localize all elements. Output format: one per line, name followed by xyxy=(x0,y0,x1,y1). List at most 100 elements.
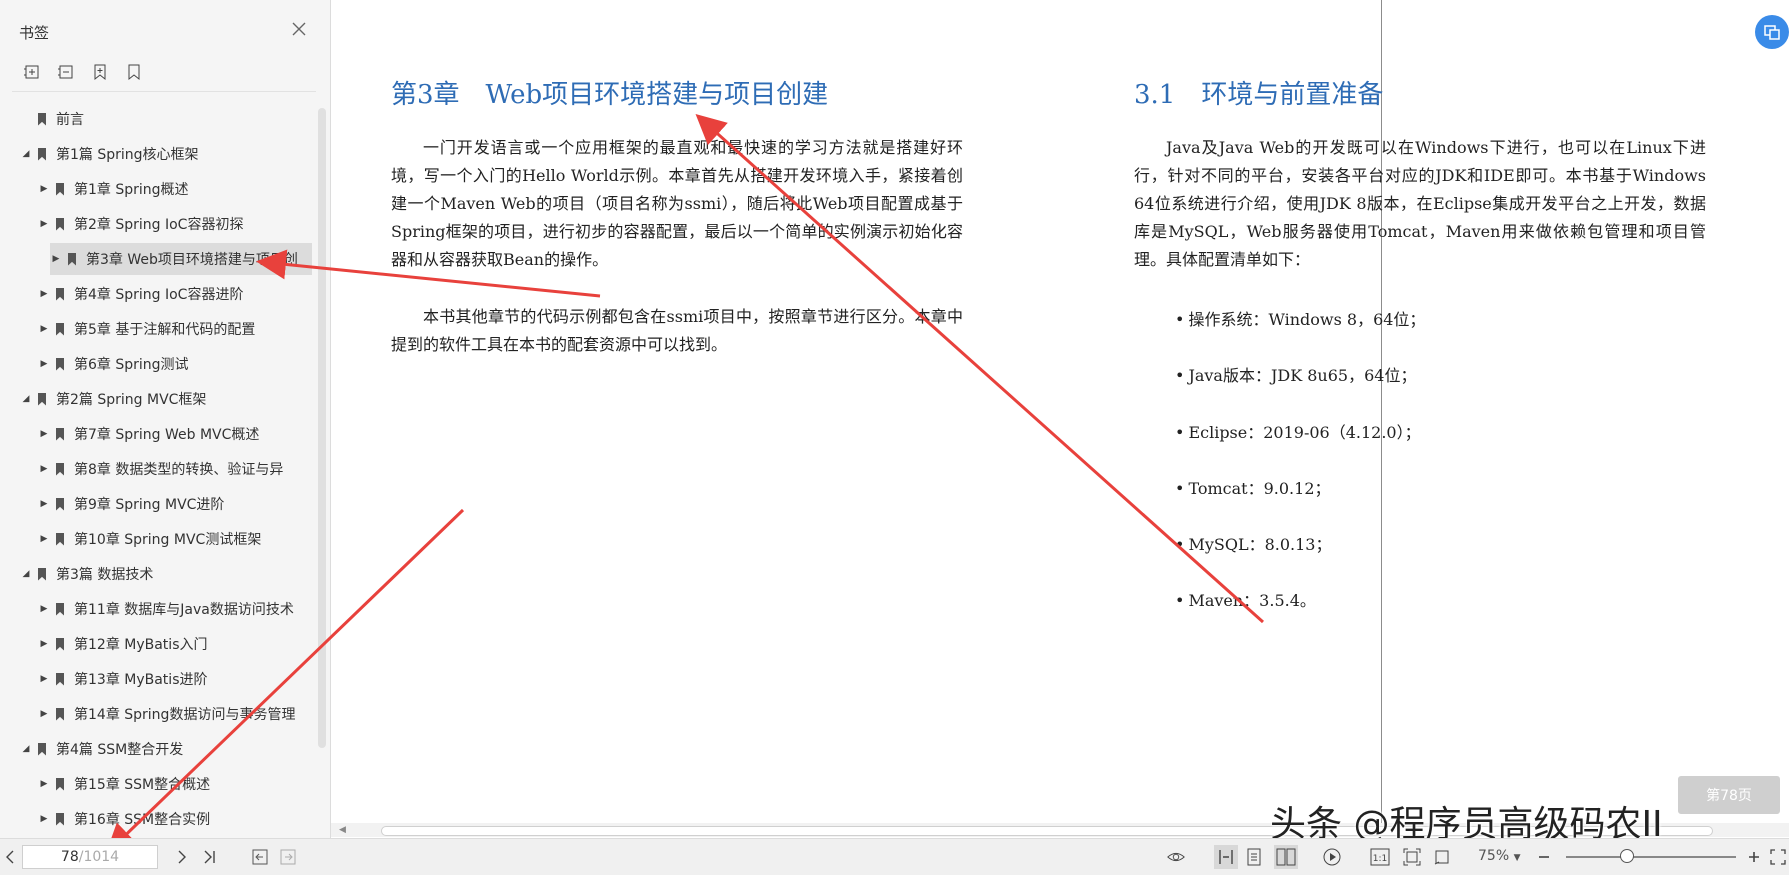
outline-part-item[interactable]: ◢ 第1篇 Spring核心框架 xyxy=(0,138,318,170)
status-bar: 78/1014 1:1 75% ▼ xyxy=(0,838,1789,875)
outline-item-label: 第12章 MyBatis入门 xyxy=(74,637,208,653)
outline-item-label: 第5章 基于注解和代码的配置 xyxy=(74,322,256,338)
actual-size-icon[interactable]: 1:1 xyxy=(1370,847,1390,867)
collapsed-arrow-icon[interactable]: ▶ xyxy=(50,254,62,264)
outline-chapter-item[interactable]: ▶ 第2章 Spring IoC容器初探 xyxy=(0,208,318,240)
outline-chapter-item[interactable]: ▶ 第5章 基于注解和代码的配置 xyxy=(0,313,318,345)
outline-part-item[interactable]: ◢ 第4篇 SSM整合开发 xyxy=(0,733,318,765)
fullscreen-icon[interactable] xyxy=(1768,847,1788,867)
zoom-slider[interactable] xyxy=(1566,856,1736,858)
expanded-arrow-icon[interactable]: ◢ xyxy=(20,149,32,159)
collapsed-arrow-icon[interactable]: ▶ xyxy=(38,184,50,194)
outline-chapter-item[interactable]: ▶ 第10章 Spring MVC测试框架 xyxy=(0,523,318,555)
outline-chapter-item[interactable]: ▶ 第15章 SSM整合概述 xyxy=(0,768,318,800)
fit-page-icon[interactable] xyxy=(1402,847,1422,867)
collapsed-arrow-icon[interactable]: ▶ xyxy=(38,429,50,439)
bookmark-icon xyxy=(56,602,64,616)
collapsed-arrow-icon[interactable]: ▶ xyxy=(38,324,50,334)
list-item: 操作系统：Windows 8，64位； xyxy=(1175,306,1425,330)
collapsed-arrow-icon[interactable]: ▶ xyxy=(38,464,50,474)
outline-chapter-item[interactable]: ▶ 第11章 数据库与Java数据访问技术 xyxy=(0,593,318,625)
eye-care-icon[interactable] xyxy=(1166,847,1186,867)
bookmark-icon xyxy=(56,462,64,476)
outline-item-label: 第4章 Spring IoC容器进阶 xyxy=(74,287,244,303)
bookmark-icon[interactable] xyxy=(124,62,144,82)
expanded-arrow-icon[interactable]: ◢ xyxy=(20,744,32,754)
list-item: Tomcat：9.0.12； xyxy=(1175,475,1330,499)
prev-page-icon[interactable] xyxy=(0,847,20,867)
outline-chapter-item[interactable]: ▶ 第9章 Spring MVC进阶 xyxy=(0,488,318,520)
bookmark-icon xyxy=(56,812,64,826)
sidebar-scrollbar[interactable] xyxy=(318,108,326,748)
bookmark-toolbar xyxy=(22,62,144,86)
zoom-out-icon[interactable] xyxy=(1534,847,1554,867)
bookmark-icon xyxy=(38,567,46,581)
rotate-icon[interactable] xyxy=(1432,847,1452,867)
outline-chapter-item[interactable]: ▶ 第12章 MyBatis入门 xyxy=(0,628,318,660)
next-page-icon[interactable] xyxy=(172,847,192,867)
collapsed-arrow-icon[interactable]: ▶ xyxy=(38,709,50,719)
add-bookmark-icon[interactable] xyxy=(90,62,110,82)
outline-chapter-item[interactable]: ▶ 第16章 SSM整合实例 xyxy=(0,803,318,835)
page-number-input[interactable]: 78/1014 xyxy=(22,845,158,869)
bookmark-icon xyxy=(56,672,64,686)
collapsed-arrow-icon[interactable]: ▶ xyxy=(38,359,50,369)
outline-item-label: 第15章 SSM整合概述 xyxy=(74,777,211,793)
expanded-arrow-icon[interactable]: ◢ xyxy=(20,569,32,579)
chevron-down-icon: ▼ xyxy=(1513,853,1521,863)
collapsed-arrow-icon[interactable]: ▶ xyxy=(38,779,50,789)
expand-all-icon[interactable] xyxy=(22,62,42,82)
collapsed-arrow-icon[interactable]: ▶ xyxy=(38,604,50,614)
outline-chapter-item[interactable]: ▶ 第14章 Spring数据访问与事务管理 xyxy=(0,698,318,730)
zoom-select[interactable]: 75% ▼ xyxy=(1478,848,1521,864)
collapsed-arrow-icon[interactable]: ▶ xyxy=(38,219,50,229)
zoom-in-icon[interactable] xyxy=(1744,847,1764,867)
forward-icon[interactable] xyxy=(278,847,298,867)
outline-item-label: 第6章 Spring测试 xyxy=(74,357,189,373)
continuous-view-icon[interactable] xyxy=(1244,847,1264,867)
bookmark-icon xyxy=(38,112,46,126)
outline-item-label: 第14章 Spring数据访问与事务管理 xyxy=(74,707,296,723)
left-paragraph-1: 一门开发语言或一个应用框架的最直观和最快速的学习方法就是搭建好环境，写一个入门的… xyxy=(391,138,963,269)
close-icon[interactable] xyxy=(290,20,308,38)
play-icon[interactable] xyxy=(1322,847,1342,867)
collapsed-arrow-icon[interactable]: ▶ xyxy=(38,639,50,649)
collapsed-arrow-icon[interactable]: ▶ xyxy=(38,499,50,509)
outline-item-label: 前言 xyxy=(56,112,84,128)
bookmark-icon xyxy=(68,252,76,266)
back-icon[interactable] xyxy=(250,847,270,867)
outline-chapter-item[interactable]: ▶ 第1章 Spring概述 xyxy=(0,173,318,205)
outline-item-label: 第2篇 Spring MVC框架 xyxy=(56,392,207,408)
outline-chapter-item[interactable]: ▶ 第3章 Web项目环境搭建与项目创 xyxy=(50,243,312,275)
zoom-slider-thumb[interactable] xyxy=(1620,849,1634,863)
outline-item-label: 第2章 Spring IoC容器初探 xyxy=(74,217,244,233)
zoom-value: 75% xyxy=(1478,848,1510,864)
bookmark-icon xyxy=(56,357,64,371)
outline-item-label: 第3篇 数据技术 xyxy=(56,567,154,583)
translate-button[interactable] xyxy=(1755,15,1789,49)
collapsed-arrow-icon[interactable]: ▶ xyxy=(38,814,50,824)
outline-part-item[interactable]: 前言 xyxy=(0,103,318,135)
outline-chapter-item[interactable]: ▶ 第8章 数据类型的转换、验证与异 xyxy=(0,453,318,485)
collapse-all-icon[interactable] xyxy=(56,62,76,82)
single-page-view-icon[interactable] xyxy=(1214,845,1238,869)
outline-chapter-item[interactable]: ▶ 第7章 Spring Web MVC概述 xyxy=(0,418,318,450)
outline-part-item[interactable]: ◢ 第3篇 数据技术 xyxy=(0,558,318,590)
expanded-arrow-icon[interactable]: ◢ xyxy=(20,394,32,404)
list-item: Java版本：JDK 8u65，64位； xyxy=(1175,362,1416,386)
outline-part-item[interactable]: ◢ 第2篇 Spring MVC框架 xyxy=(0,383,318,415)
outline-item-label: 第1章 Spring概述 xyxy=(74,182,189,198)
outline-chapter-item[interactable]: ▶ 第4章 Spring IoC容器进阶 xyxy=(0,278,318,310)
bookmark-icon xyxy=(56,637,64,651)
collapsed-arrow-icon[interactable]: ▶ xyxy=(38,674,50,684)
bookmark-panel: 书签 前言 ◢ 第1篇 Spring核心框架 ▶ 第1章 Spring概述 ▶ 第2章 Sp… xyxy=(0,0,331,838)
outline-chapter-item[interactable]: ▶ 第13章 MyBatis进阶 xyxy=(0,663,318,695)
collapsed-arrow-icon[interactable]: ▶ xyxy=(38,534,50,544)
collapsed-arrow-icon[interactable]: ▶ xyxy=(38,289,50,299)
last-page-icon[interactable] xyxy=(200,847,220,867)
outline-chapter-item[interactable]: ▶ 第6章 Spring测试 xyxy=(0,348,318,380)
scroll-left-icon[interactable]: ◀ xyxy=(339,825,346,835)
page-divider xyxy=(1381,0,1382,823)
double-page-view-icon[interactable] xyxy=(1274,845,1298,869)
chapter-heading: 第3章 Web项目环境搭建与项目创建 xyxy=(391,80,829,110)
